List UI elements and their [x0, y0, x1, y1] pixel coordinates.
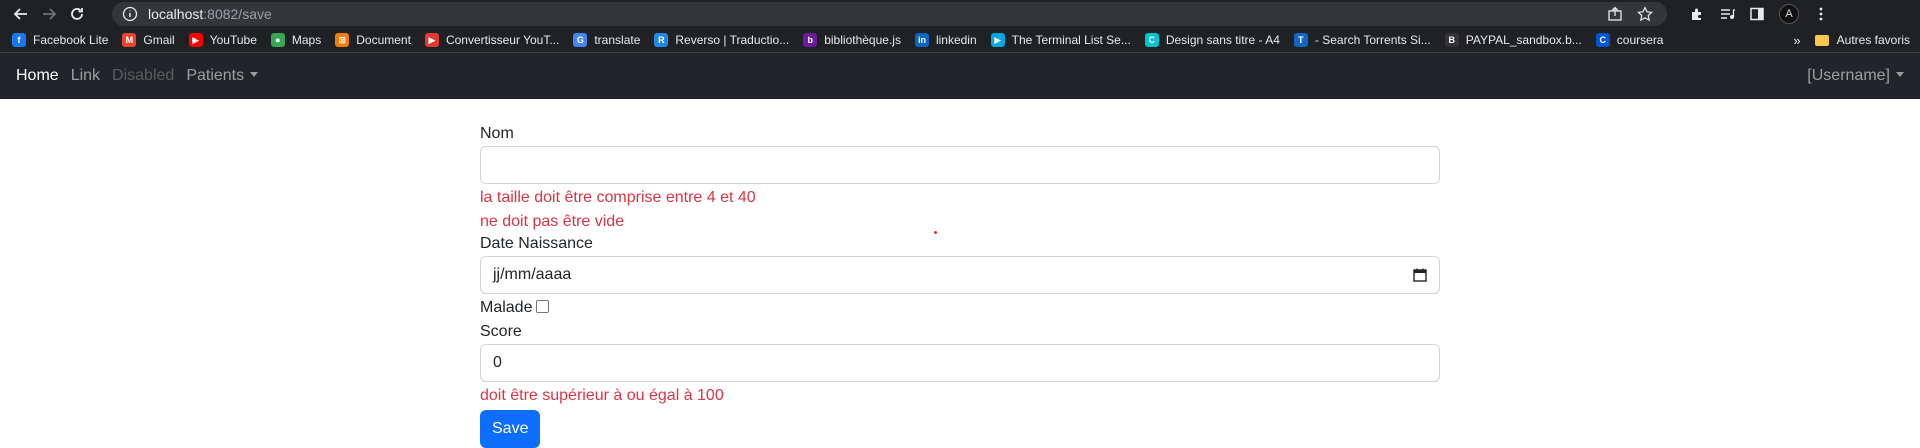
bookmark-item[interactable]: Gtranslate	[573, 33, 640, 47]
bookmark-label: PAYPAL_sandbox.b...	[1465, 33, 1582, 47]
bookmark-item[interactable]: T - Search Torrents Si...	[1293, 33, 1431, 47]
other-bookmarks-folder[interactable]: Autres favoris	[1814, 33, 1910, 47]
bookmark-item[interactable]: f Facebook Lite	[12, 33, 108, 47]
bookmark-item[interactable]: ▶ YouTube	[188, 33, 257, 47]
app-navbar: Home Link Disabled Patients [Username]	[0, 53, 1920, 99]
prime-video-icon: ▶	[990, 33, 1005, 47]
score-label: Score	[480, 323, 522, 340]
extensions-icon[interactable]	[1689, 6, 1705, 22]
bookmark-item[interactable]: ● Maps	[270, 33, 322, 47]
bookmark-label: translate	[594, 33, 641, 47]
bookmark-item[interactable]: b bibliothèque.js	[803, 33, 901, 47]
torrent-icon: T	[1293, 33, 1308, 47]
address-bar[interactable]: localhost:8082/save	[112, 2, 1667, 26]
nom-error-size: la taille doit être comprise entre 4 et …	[480, 189, 756, 206]
url-host: localhost	[148, 6, 204, 22]
bookmark-label: Gmail	[143, 33, 175, 47]
malade-checkbox[interactable]	[536, 299, 550, 313]
nav-home[interactable]: Home	[16, 67, 59, 85]
bookmark-item[interactable]: ⊠ Document	[335, 33, 411, 47]
score-input[interactable]: 0	[480, 344, 1440, 382]
cursor-dot	[934, 231, 937, 234]
arrow-right-icon	[43, 8, 57, 20]
bookmark-label: Convertisseur YouT...	[445, 33, 560, 47]
nom-label: Nom	[480, 125, 514, 142]
browser-toolbar: localhost:8082/save A	[0, 0, 1920, 28]
score-error: doit être supérieur à ou égal à 100	[480, 387, 724, 404]
side-panel-icon[interactable]	[1749, 6, 1765, 22]
nav-patients-label: Patients	[186, 67, 245, 84]
bookmark-item[interactable]: ▶ The Terminal List Se...	[990, 33, 1131, 47]
more-bookmarks-button[interactable]: »	[1793, 33, 1800, 48]
bookmark-label: Facebook Lite	[33, 33, 109, 47]
malade-row: Malade	[480, 298, 1440, 318]
user-dropdown[interactable]: [Username]	[1807, 67, 1904, 85]
nav-patients-dropdown[interactable]: Patients	[186, 67, 259, 85]
forward-button[interactable]	[36, 2, 62, 26]
bookmark-item[interactable]: B PAYPAL_sandbox.b...	[1444, 33, 1582, 47]
bookmark-label: The Terminal List Se...	[1011, 33, 1131, 47]
gmail-icon: M	[122, 33, 137, 47]
info-icon[interactable]	[122, 6, 138, 22]
bookmark-label: Maps	[291, 33, 322, 47]
reverso-icon: R	[654, 33, 669, 47]
share-icon[interactable]	[1607, 6, 1623, 22]
back-button[interactable]	[8, 2, 34, 26]
js-library-icon: b	[803, 33, 818, 47]
reload-button[interactable]	[64, 2, 90, 26]
caret-down-icon	[250, 72, 259, 77]
bookmark-label: bibliothèque.js	[824, 33, 901, 47]
nav-link[interactable]: Link	[71, 67, 100, 85]
folder-icon	[1814, 34, 1829, 46]
malade-label: Malade	[480, 299, 533, 316]
linkedin-icon: in	[914, 33, 929, 47]
youtube-icon: ▶	[188, 33, 203, 47]
nom-error-empty: ne doit pas être vide	[480, 213, 625, 230]
profile-avatar[interactable]: A	[1779, 4, 1799, 24]
nom-input[interactable]	[480, 146, 1440, 184]
bookmark-label: YouTube	[209, 33, 257, 47]
paypal-icon: B	[1444, 33, 1459, 47]
username-label: [Username]	[1807, 67, 1890, 84]
patient-form: Nom la taille doit être comprise entre 4…	[480, 124, 1440, 448]
youtube-converter-icon: ▶	[424, 33, 439, 47]
date-naissance-label: Date Naissance	[480, 235, 593, 252]
save-button[interactable]: Save	[480, 410, 541, 448]
bookmark-label: Reverso | Traductio...	[675, 33, 790, 47]
coursera-icon: C	[1595, 33, 1610, 47]
bookmark-item[interactable]: Ccoursera	[1595, 33, 1664, 47]
bookmark-item[interactable]: in linkedin	[914, 33, 977, 47]
arrow-left-icon	[13, 8, 27, 20]
document-icon: ⊠	[335, 33, 350, 47]
bookmark-label: linkedin	[935, 33, 977, 47]
date-placeholder: jj/mm/aaaa	[493, 266, 572, 283]
translate-icon: G	[573, 33, 588, 47]
menu-dots-icon[interactable]	[1813, 6, 1829, 22]
bookmark-item[interactable]: ▶ Convertisseur YouT...	[424, 33, 560, 47]
bookmark-label: Document	[356, 33, 411, 47]
maps-icon: ●	[270, 33, 285, 47]
bookmark-item[interactable]: M Gmail	[122, 33, 175, 47]
bookmark-label: coursera	[1616, 33, 1664, 47]
url-path: :8082/save	[203, 6, 272, 22]
calendar-icon[interactable]	[1413, 268, 1427, 282]
profile-initial: A	[1785, 8, 1793, 20]
bookmark-label: - Search Torrents Si...	[1314, 33, 1431, 47]
bookmark-item[interactable]: C Design sans titre - A4	[1144, 33, 1280, 47]
other-bookmarks-label: Autres favoris	[1836, 33, 1910, 47]
bookmark-item[interactable]: R Reverso | Traductio...	[654, 33, 789, 47]
reload-icon	[71, 8, 83, 20]
canva-icon: C	[1144, 33, 1159, 47]
bookmarks-bar: f Facebook Lite M Gmail ▶ YouTube ● Maps ⊠ Docume…	[0, 28, 1920, 53]
facebook-icon: f	[12, 33, 26, 47]
caret-down-icon	[1896, 72, 1904, 77]
bookmark-label: Design sans titre - A4	[1165, 33, 1280, 47]
date-naissance-input[interactable]: jj/mm/aaaa	[480, 256, 1440, 294]
media-list-icon[interactable]	[1719, 6, 1735, 22]
star-icon[interactable]	[1637, 6, 1653, 22]
nav-disabled: Disabled	[112, 67, 175, 84]
